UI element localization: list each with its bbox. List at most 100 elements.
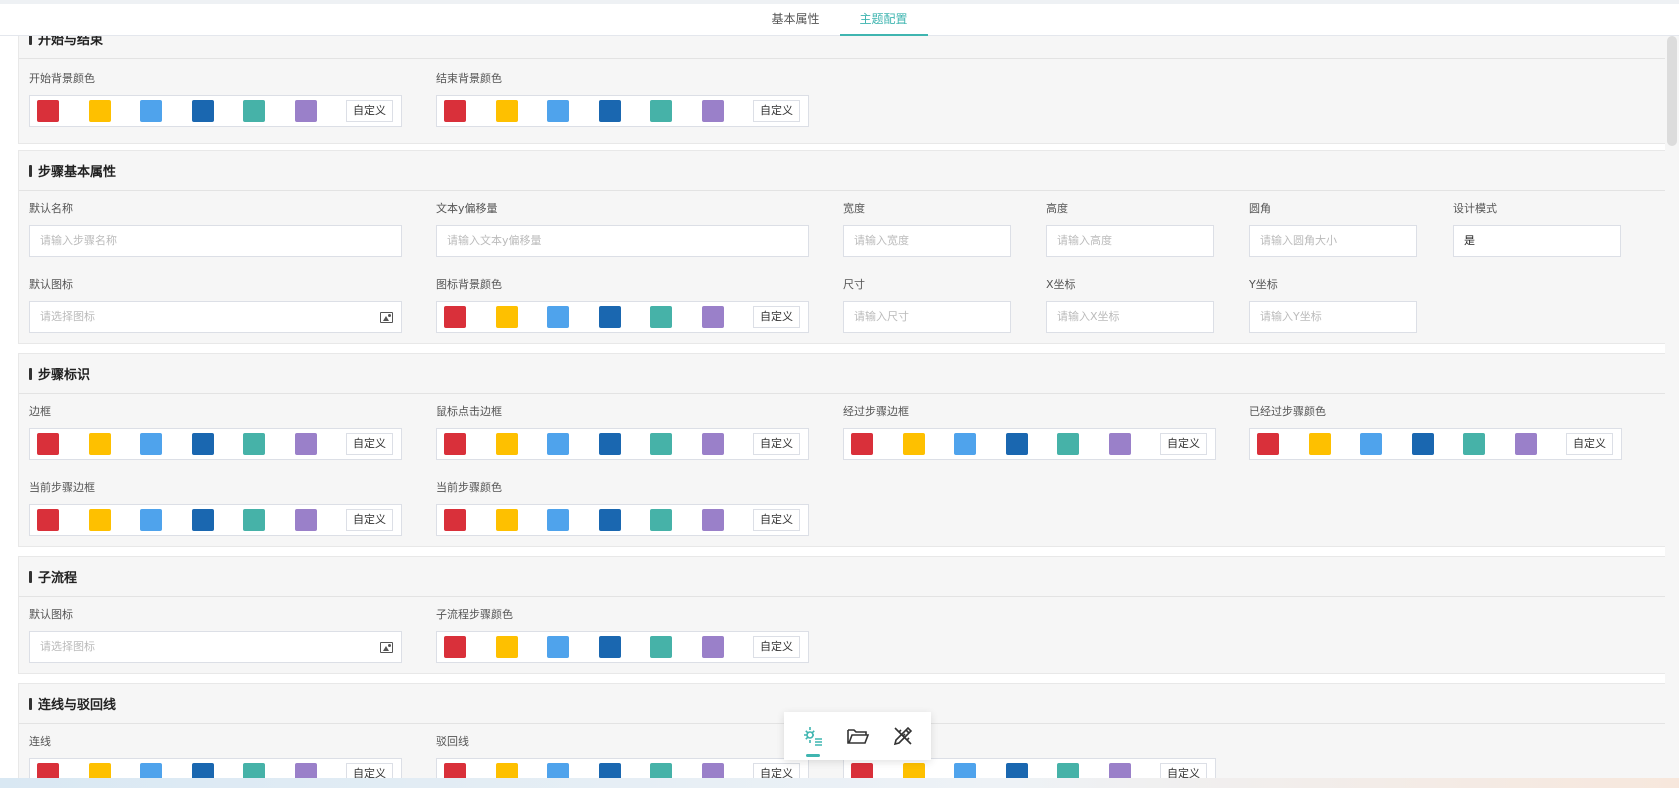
custom-color-button[interactable]: 自定义 (753, 306, 800, 328)
color-swatch-yellow[interactable] (495, 100, 518, 122)
section-title: 连线与驳回线 (38, 698, 117, 713)
color-swatch-teal[interactable] (650, 509, 672, 531)
theme-settings-button[interactable] (798, 721, 828, 757)
color-swatch-light-blue[interactable] (140, 100, 162, 122)
color-swatch-teal[interactable] (650, 100, 672, 122)
height-input[interactable]: 请输入高度 (1046, 225, 1214, 257)
color-swatch-purple[interactable] (294, 433, 317, 455)
color-swatch-purple[interactable] (701, 636, 724, 658)
color-swatch-yellow[interactable] (495, 306, 518, 328)
tab-theme-config[interactable]: 主题配置 (839, 4, 928, 36)
color-swatch-purple[interactable] (1108, 433, 1131, 455)
color-swatch-teal[interactable] (243, 100, 265, 122)
color-swatch-yellow[interactable] (88, 509, 111, 531)
color-swatch-purple[interactable] (701, 100, 724, 122)
custom-color-button[interactable]: 自定义 (346, 509, 393, 531)
color-swatch-purple[interactable] (701, 433, 724, 455)
field-label: 子流程步骤颜色 (436, 608, 513, 621)
color-swatch-dark-blue[interactable] (598, 100, 621, 122)
scrollbar-thumb[interactable] (1667, 36, 1677, 146)
default-name-input[interactable]: 请输入步骤名称 (29, 225, 402, 257)
color-swatch-red[interactable] (1257, 433, 1279, 455)
color-swatch-yellow[interactable] (88, 100, 111, 122)
color-swatch-dark-blue[interactable] (191, 509, 214, 531)
color-swatch-light-blue[interactable] (954, 433, 976, 455)
color-swatch-yellow[interactable] (1308, 433, 1331, 455)
color-swatch-teal[interactable] (650, 306, 672, 328)
design-mode-select[interactable]: 是 (1453, 225, 1621, 257)
subflow-step-color-field: 子流程步骤颜色 自定义 (436, 607, 809, 663)
width-input[interactable]: 请输入宽度 (843, 225, 1011, 257)
color-swatch-purple[interactable] (294, 100, 317, 122)
text-y-offset-input[interactable]: 请输入文本y偏移量 (436, 225, 809, 257)
color-swatch-light-blue[interactable] (547, 306, 569, 328)
color-swatch-red[interactable] (444, 306, 466, 328)
x-coord-input[interactable]: 请输入X坐标 (1046, 301, 1214, 333)
field-label: 连线 (29, 735, 51, 748)
color-swatch-dark-blue[interactable] (598, 433, 621, 455)
color-swatch-light-blue[interactable] (547, 100, 569, 122)
color-swatch-yellow[interactable] (495, 433, 518, 455)
color-swatch-dark-blue[interactable] (191, 433, 214, 455)
color-swatch-dark-blue[interactable] (598, 509, 621, 531)
scrollbar-track[interactable] (1665, 36, 1679, 780)
color-swatch-teal[interactable] (650, 636, 672, 658)
image-icon[interactable] (380, 642, 393, 653)
color-swatch-yellow[interactable] (88, 433, 111, 455)
color-swatch-red[interactable] (37, 100, 59, 122)
color-swatch-red[interactable] (37, 433, 59, 455)
radius-input[interactable]: 请输入圆角大小 (1249, 225, 1417, 257)
color-swatch-yellow[interactable] (495, 509, 518, 531)
passed-border-color-field: 经过步骤边框 自定义 (843, 404, 1216, 460)
color-swatch-dark-blue[interactable] (598, 636, 621, 658)
color-swatch-red[interactable] (37, 509, 59, 531)
size-input[interactable]: 请输入尺寸 (843, 301, 1011, 333)
custom-color-button[interactable]: 自定义 (1160, 433, 1207, 455)
custom-color-button[interactable]: 自定义 (1566, 433, 1613, 455)
color-swatch-light-blue[interactable] (547, 636, 569, 658)
open-folder-button[interactable] (843, 721, 873, 751)
icon-picker-input[interactable]: 请选择图标 (29, 301, 402, 333)
design-tools-button[interactable] (888, 721, 918, 751)
config-scroll-area[interactable]: 开始与结束 开始背景颜色 自定义 结束背景颜色 自定义 步骤基本属性 默认名称 … (0, 36, 1679, 780)
icon-picker-input[interactable]: 请选择图标 (29, 631, 402, 663)
color-swatch-purple[interactable] (294, 509, 317, 531)
field-label: 开始背景颜色 (29, 72, 95, 85)
color-swatch-purple[interactable] (1514, 433, 1537, 455)
color-swatch-light-blue[interactable] (547, 509, 569, 531)
custom-color-button[interactable]: 自定义 (753, 100, 800, 122)
color-swatch-teal[interactable] (1057, 433, 1079, 455)
color-swatch-red[interactable] (444, 100, 466, 122)
custom-color-button[interactable]: 自定义 (753, 636, 800, 658)
color-swatch-light-blue[interactable] (547, 433, 569, 455)
color-swatch-light-blue[interactable] (140, 433, 162, 455)
color-swatch-dark-blue[interactable] (598, 306, 621, 328)
color-swatch-dark-blue[interactable] (1411, 433, 1434, 455)
custom-color-button[interactable]: 自定义 (753, 509, 800, 531)
color-swatch-purple[interactable] (701, 509, 724, 531)
color-swatch-red[interactable] (444, 433, 466, 455)
floating-toolbar (784, 712, 931, 760)
color-swatch-dark-blue[interactable] (191, 100, 214, 122)
color-swatch-yellow[interactable] (495, 636, 518, 658)
image-icon[interactable] (380, 312, 393, 323)
custom-color-button[interactable]: 自定义 (346, 100, 393, 122)
y-coord-input[interactable]: 请输入Y坐标 (1249, 301, 1417, 333)
color-swatch-teal[interactable] (243, 433, 265, 455)
color-swatch-purple[interactable] (701, 306, 724, 328)
color-swatch-red[interactable] (444, 636, 466, 658)
tab-basic-properties[interactable]: 基本属性 (751, 4, 839, 36)
color-swatch-light-blue[interactable] (140, 509, 162, 531)
color-swatch-light-blue[interactable] (1360, 433, 1382, 455)
color-swatch-yellow[interactable] (902, 433, 925, 455)
color-swatch-teal[interactable] (243, 509, 265, 531)
color-swatch-teal[interactable] (1463, 433, 1485, 455)
color-swatch-red[interactable] (851, 433, 873, 455)
section-start-end: 开始与结束 开始背景颜色 自定义 结束背景颜色 自定义 (18, 36, 1666, 144)
field-label: 当前步骤边框 (29, 481, 95, 494)
custom-color-button[interactable]: 自定义 (753, 433, 800, 455)
color-swatch-dark-blue[interactable] (1005, 433, 1028, 455)
custom-color-button[interactable]: 自定义 (346, 433, 393, 455)
color-swatch-red[interactable] (444, 509, 466, 531)
color-swatch-teal[interactable] (650, 433, 672, 455)
